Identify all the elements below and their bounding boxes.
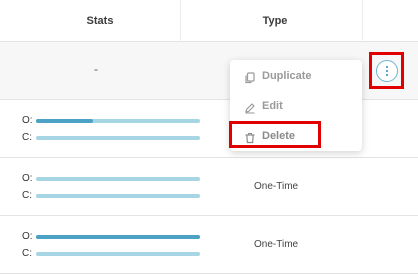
menu-item-duplicate-label: Duplicate — [262, 70, 312, 82]
click-rate-bar — [36, 136, 200, 140]
open-rate-label: O: — [22, 173, 33, 184]
menu-item-edit[interactable]: Edit — [230, 92, 362, 120]
click-rate-label: C: — [22, 248, 32, 259]
open-rate-bar — [36, 177, 200, 181]
annotation-highlight-delete — [229, 121, 321, 148]
click-rate-label: C: — [22, 190, 32, 201]
table-row[interactable]: O: C: One-Time — [0, 216, 418, 274]
column-header-type[interactable]: Type — [252, 15, 298, 27]
campaign-type: One-Time — [254, 239, 299, 250]
copy-icon — [244, 71, 256, 84]
open-rate-label: O: — [22, 115, 33, 126]
click-rate-bar — [36, 252, 200, 256]
open-rate-bar — [36, 119, 200, 123]
stats-placeholder: - — [94, 62, 98, 76]
annotation-highlight-actions-button — [369, 52, 404, 89]
click-rate-label: C: — [22, 132, 32, 143]
open-rate-bar-fill — [36, 235, 200, 239]
table-row[interactable]: O: C: One-Time — [0, 158, 418, 216]
table-header: Stats Type — [0, 0, 418, 42]
open-rate-bar — [36, 235, 200, 239]
menu-item-duplicate[interactable]: Duplicate — [230, 62, 362, 90]
pencil-icon — [244, 101, 256, 114]
menu-item-edit-label: Edit — [262, 100, 283, 112]
campaign-table: Stats Type - O: C: O: C: One-Time O: C: … — [0, 0, 418, 278]
column-header-stats[interactable]: Stats — [73, 15, 127, 27]
campaign-type: One-Time — [254, 181, 299, 192]
column-divider — [180, 0, 181, 42]
click-rate-bar — [36, 194, 200, 198]
open-rate-bar-fill — [36, 119, 94, 123]
open-rate-label: O: — [22, 231, 33, 242]
column-divider — [362, 0, 363, 42]
